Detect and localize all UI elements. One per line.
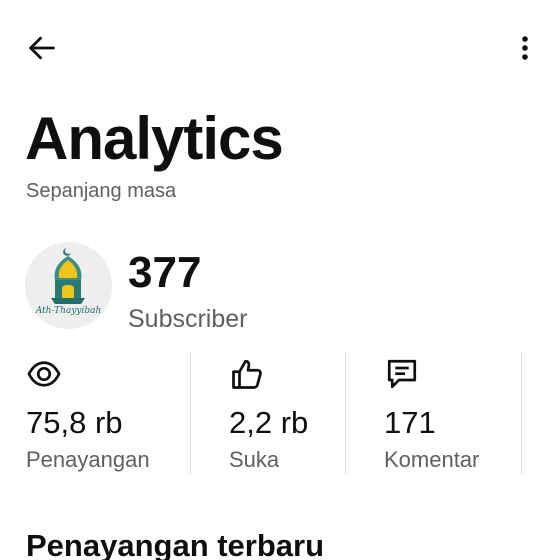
- eye-icon: [27, 361, 61, 387]
- section-title-recent-views: Penayangan terbaru: [26, 528, 325, 560]
- comments-label: Komentar: [384, 447, 480, 472]
- channel-summary: Ath-Thayyibah 377 Subscriber: [25, 242, 425, 333]
- likes-label: Suka: [229, 447, 280, 472]
- views-label: Penayangan: [26, 447, 150, 472]
- avatar-logo-text: Ath-Thayyibah: [35, 306, 102, 316]
- page-title: Analytics: [25, 105, 284, 172]
- stats-divider: [521, 352, 522, 474]
- thumbs-up-icon: [232, 359, 262, 389]
- more-options-button[interactable]: [505, 28, 545, 68]
- stats-divider: [345, 352, 346, 474]
- comments-value: 171: [384, 405, 436, 440]
- page-subtitle: Sepanjang masa: [26, 180, 177, 202]
- arrow-left-icon: [29, 36, 55, 60]
- more-vertical-icon: [522, 36, 528, 60]
- likes-value: 2,2 rb: [229, 405, 309, 440]
- top-bar: [0, 0, 560, 96]
- stats-divider: [190, 352, 191, 474]
- channel-avatar[interactable]: Ath-Thayyibah: [25, 242, 112, 329]
- back-button[interactable]: [22, 28, 62, 68]
- analytics-page: Analytics Sepanjang masa Ath-Thayyibah 3…: [0, 0, 560, 560]
- comment-icon: [387, 359, 417, 389]
- subscriber-label: Subscriber: [128, 305, 248, 333]
- stats-row: 75,8 rb Penayangan 2,2 rb Suka 171 Komen…: [0, 352, 560, 474]
- subscriber-count: 377: [128, 248, 202, 297]
- views-value: 75,8 rb: [26, 405, 123, 440]
